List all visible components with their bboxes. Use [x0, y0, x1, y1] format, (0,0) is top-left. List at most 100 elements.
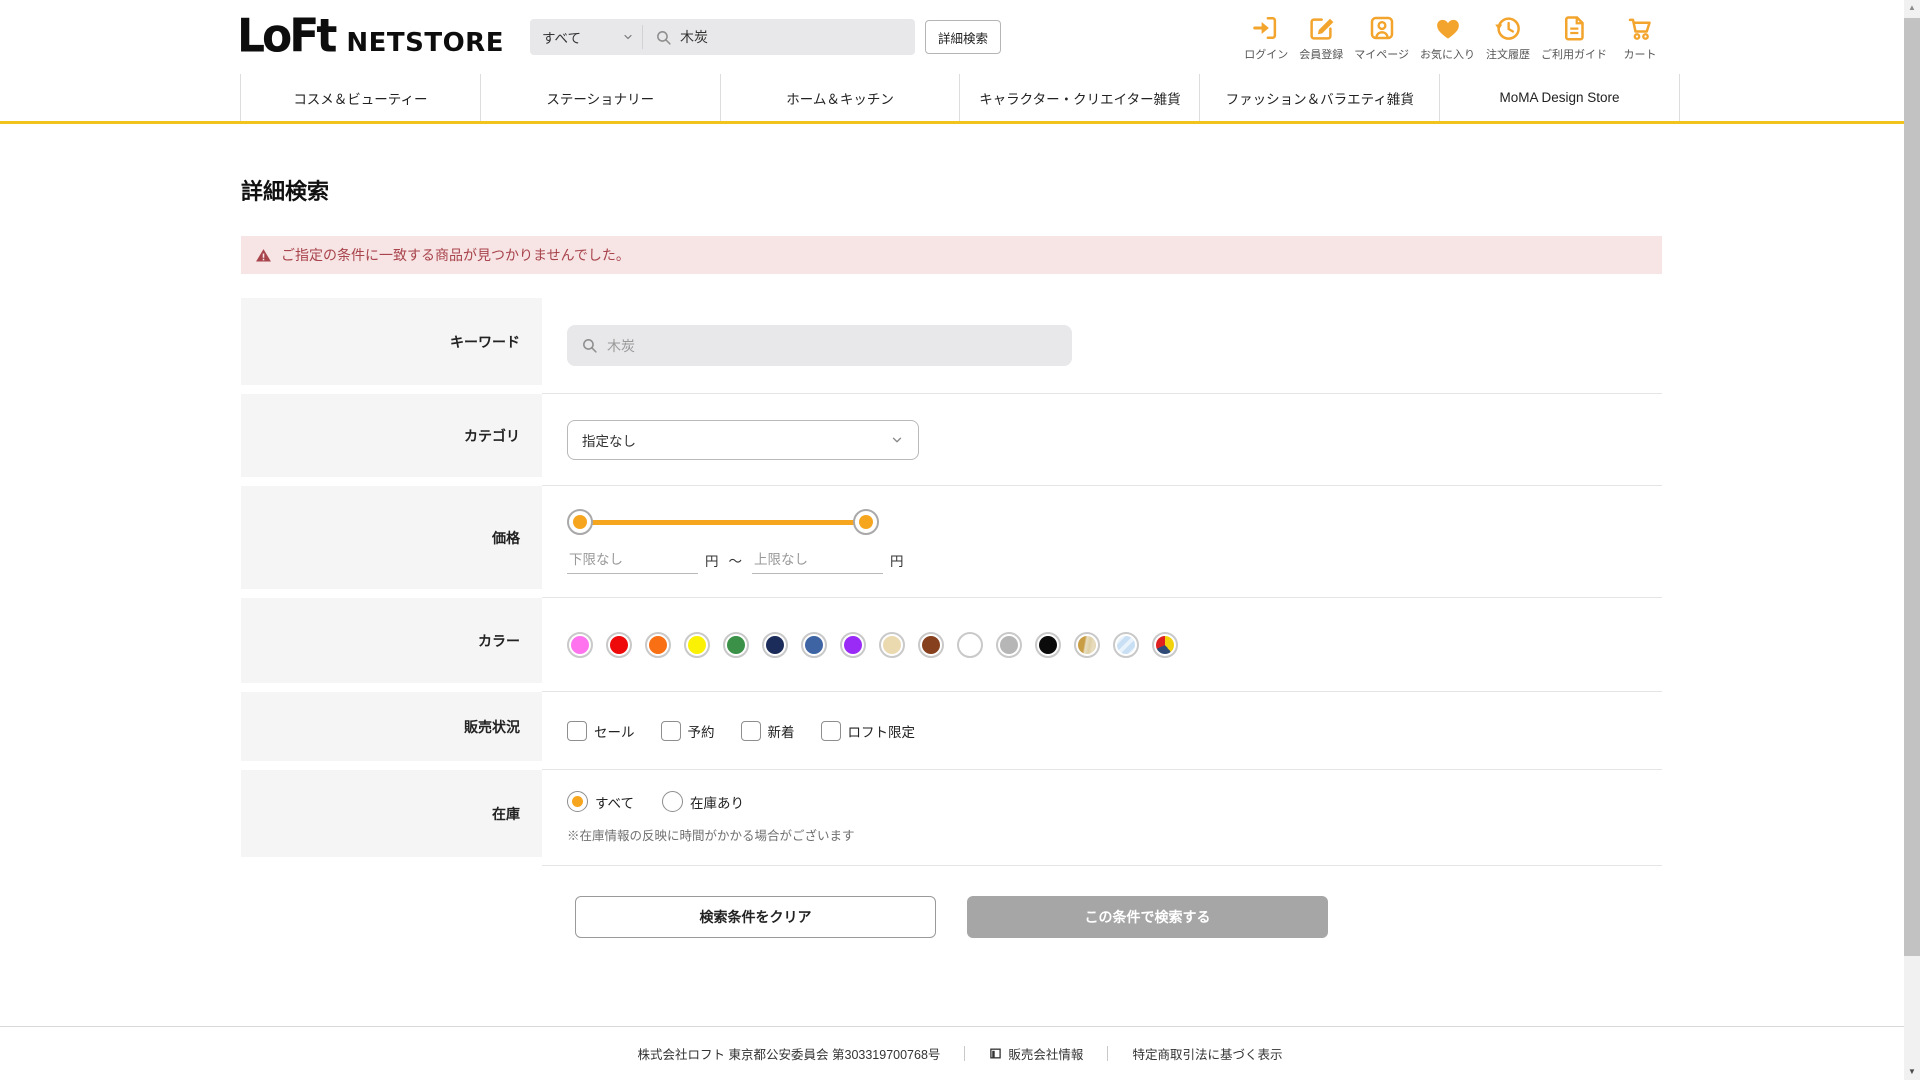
- color-swatch-black[interactable]: [1035, 631, 1061, 658]
- clear-conditions-button[interactable]: 検索条件をクリア: [575, 896, 936, 938]
- color-swatch-yellow[interactable]: [684, 631, 710, 658]
- error-banner: ご指定の条件に一致する商品が見つかりませんでした。: [241, 236, 1662, 274]
- seller-info-label: 販売会社情報: [1008, 1048, 1084, 1062]
- sales-status-options: セール 予約 新着 ロフト限定: [567, 720, 1662, 741]
- search-submit-button[interactable]: この条件で検索する: [967, 896, 1328, 938]
- color-swatch-green[interactable]: [723, 631, 749, 658]
- keyword-label: キーワード: [241, 298, 542, 385]
- chevron-down-icon: [892, 437, 902, 442]
- keyword-field[interactable]: [567, 325, 1072, 366]
- nav-item-label: キャラクター・クリエイター雑貨: [979, 91, 1181, 107]
- color-swatch-pink[interactable]: [567, 631, 593, 658]
- order-history-link[interactable]: 注文履歴: [1486, 13, 1530, 62]
- order-history-label: 注文履歴: [1486, 48, 1530, 61]
- color-swatch-brown[interactable]: [918, 631, 944, 658]
- search-scope-select[interactable]: すべて: [530, 19, 642, 55]
- checkbox-sale[interactable]: セール: [567, 720, 635, 741]
- color-swatch-beige[interactable]: [879, 631, 905, 658]
- nav-item-cosmetics[interactable]: コスメ＆ビューティー: [240, 74, 480, 121]
- footer-company-text: 株式会社ロフト 東京都公安委員会 第303319700768号: [637, 1048, 941, 1062]
- search-input-area: [643, 29, 915, 46]
- header: LoFt NETSTORE すべて 詳細検索 ログイン 会員登: [0, 0, 1920, 74]
- color-content: [542, 598, 1662, 692]
- footer-divider: [1107, 1046, 1109, 1061]
- checkbox-new-box[interactable]: [740, 720, 761, 741]
- checkbox-preorder[interactable]: 予約: [660, 720, 715, 741]
- search-input[interactable]: [679, 29, 880, 45]
- cart-link[interactable]: カート: [1618, 13, 1662, 62]
- checkbox-loft-exclusive[interactable]: ロフト限定: [820, 720, 916, 741]
- seller-info-link[interactable]: 販売会社情報: [989, 1044, 1083, 1063]
- color-swatch-white[interactable]: [957, 631, 983, 658]
- guide-icon: [1565, 15, 1584, 40]
- guide-link[interactable]: ご利用ガイド: [1541, 13, 1607, 62]
- price-min-input[interactable]: [567, 552, 698, 574]
- header-utility-nav: ログイン 会員登録 マイページ お気に入り 注文履歴 ご利用ガイド カート: [1244, 13, 1662, 62]
- color-swatch-red[interactable]: [606, 631, 632, 658]
- nav-item-character[interactable]: キャラクター・クリエイター雑貨: [959, 74, 1199, 121]
- price-slider-handle-min[interactable]: [567, 509, 593, 535]
- price-row: 価格 円 ～ 円: [241, 486, 1662, 598]
- checkbox-loft-exclusive-box[interactable]: [820, 720, 841, 741]
- scrollbar[interactable]: ▲ ▼: [1904, 0, 1920, 1080]
- checkbox-preorder-box[interactable]: [660, 720, 681, 741]
- category-select[interactable]: 指定なし: [567, 419, 919, 460]
- radio-in-stock-control[interactable]: [662, 791, 684, 812]
- nav-item-stationery[interactable]: ステーショナリー: [479, 74, 720, 121]
- color-swatch-navy[interactable]: [762, 631, 788, 658]
- color-swatch-orange[interactable]: [645, 631, 671, 658]
- detail-search-button-label: 詳細検索: [937, 31, 988, 46]
- login-link[interactable]: ログイン: [1244, 13, 1288, 62]
- checkbox-sale-box[interactable]: [567, 720, 587, 741]
- stock-content: すべて 在庫あり ※在庫情報の反映に時間がかかる場合がございます: [542, 770, 1662, 866]
- favorites-link[interactable]: お気に入り: [1420, 13, 1475, 62]
- error-message: ご指定の条件に一致する商品が見つかりませんでした。: [281, 247, 630, 263]
- commercial-law-link[interactable]: 特定商取引法に基づく表示: [1132, 1044, 1282, 1063]
- nav-item-home-kitchen[interactable]: ホーム＆キッチン: [719, 74, 960, 121]
- category-select-value: 指定なし: [582, 433, 636, 449]
- page-title: 詳細検索: [241, 179, 330, 204]
- nav-item-label: ホーム＆キッチン: [786, 91, 894, 107]
- price-label: 価格: [241, 486, 542, 589]
- color-swatch-purple[interactable]: [840, 631, 866, 658]
- radio-in-stock[interactable]: 在庫あり: [662, 791, 744, 812]
- checkbox-loft-exclusive-label: ロフト限定: [847, 724, 916, 740]
- loft-logo[interactable]: LoFt NETSTORE: [237, 13, 504, 59]
- radio-all-control[interactable]: [567, 791, 588, 812]
- category-row: カテゴリ 指定なし: [241, 394, 1662, 486]
- radio-in-stock-label: 在庫あり: [690, 795, 745, 811]
- sales-status-content: セール 予約 新着 ロフト限定: [542, 692, 1662, 770]
- history-icon: [1495, 16, 1520, 40]
- scrollbar-up-arrow[interactable]: ▲: [1904, 3, 1920, 12]
- color-swatches: [567, 631, 1662, 658]
- color-swatch-blue[interactable]: [801, 631, 827, 658]
- color-label: カラー: [241, 598, 542, 683]
- color-swatch-multicolor[interactable]: [1152, 631, 1178, 658]
- mypage-icon: [1370, 16, 1393, 39]
- scrollbar-thumb[interactable]: [1904, 18, 1920, 956]
- mypage-link[interactable]: マイページ: [1354, 13, 1409, 62]
- color-swatch-gray[interactable]: [996, 631, 1022, 658]
- price-slider-track: [579, 519, 867, 525]
- nav-item-fashion[interactable]: ファッション＆バラエティ雑貨: [1199, 74, 1439, 121]
- nav-item-label: ステーショナリー: [546, 91, 655, 107]
- scrollbar-down-arrow[interactable]: ▼: [1904, 1067, 1920, 1076]
- price-max-input[interactable]: [752, 552, 883, 574]
- warning-icon: [256, 248, 271, 262]
- checkbox-new[interactable]: 新着: [740, 720, 795, 741]
- nav-item-moma[interactable]: MoMA Design Store: [1439, 74, 1680, 121]
- color-row: カラー: [241, 598, 1662, 692]
- nav-item-label: ファッション＆バラエティ雑貨: [1225, 91, 1414, 107]
- price-tilde: ～: [728, 554, 743, 569]
- register-link[interactable]: 会員登録: [1299, 13, 1343, 62]
- color-swatch-gold[interactable]: [1074, 631, 1100, 658]
- color-swatch-clear[interactable]: [1113, 631, 1139, 658]
- price-inputs: 円 ～ 円: [567, 550, 1662, 574]
- guide-label: ご利用ガイド: [1541, 48, 1607, 61]
- keyword-input[interactable]: [607, 337, 1058, 354]
- mypage-label: マイページ: [1354, 48, 1409, 61]
- radio-all-label: すべて: [595, 795, 635, 811]
- detail-search-button[interactable]: 詳細検索: [924, 20, 1001, 54]
- radio-all[interactable]: すべて: [567, 791, 634, 812]
- price-slider-handle-max[interactable]: [853, 509, 879, 535]
